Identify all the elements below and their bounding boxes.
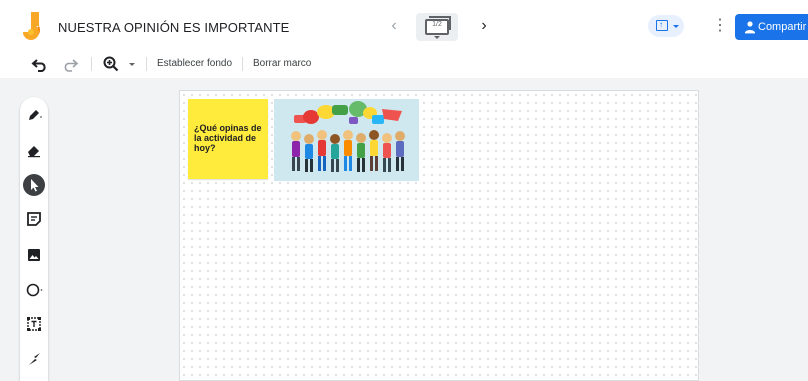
- zoom-in-icon: [103, 56, 119, 72]
- caret-down-icon: [673, 25, 679, 28]
- chevron-right-icon: ›: [481, 17, 487, 34]
- image-tool[interactable]: [24, 245, 44, 265]
- more-options-button[interactable]: ⋮: [712, 16, 728, 36]
- frame-bar-toggle[interactable]: 1/2: [416, 13, 458, 41]
- share-button[interactable]: Compartir: [735, 14, 808, 40]
- eraser-tool[interactable]: [24, 140, 44, 160]
- caret-down-icon[interactable]: [129, 63, 135, 66]
- share-label: Compartir: [758, 21, 807, 33]
- circle-shape-icon: [26, 283, 43, 297]
- more-vert-icon: ⋮: [712, 17, 728, 34]
- shape-tool[interactable]: [24, 280, 44, 300]
- pen-icon: [29, 110, 42, 120]
- present-button[interactable]: ↑: [648, 15, 684, 37]
- sticky-note[interactable]: ¿Qué opinas de la actividad de hoy?: [188, 99, 268, 179]
- frame-counter: 1/2: [432, 21, 442, 28]
- redo-icon: [64, 59, 79, 72]
- text-box-icon: [27, 317, 41, 331]
- previous-frame-button[interactable]: ‹: [386, 16, 402, 36]
- tool-palette: [20, 97, 48, 381]
- undo-icon: [31, 59, 46, 72]
- caret-down-icon: [434, 36, 440, 39]
- person-add-icon: [745, 21, 755, 34]
- app-header: NUESTRA OPINIÓN ES IMPORTANTE ‹ 1/2 › ↑ …: [0, 0, 808, 50]
- edit-toolbar: Establecer fondo Borrar marco: [0, 50, 808, 78]
- crowd-illustration: [274, 99, 419, 181]
- pen-tool[interactable]: [24, 105, 44, 125]
- select-tool[interactable]: [23, 174, 45, 196]
- jamboard-logo[interactable]: [21, 12, 41, 40]
- text-box-tool[interactable]: [24, 314, 44, 334]
- board-title[interactable]: NUESTRA OPINIÓN ES IMPORTANTE: [58, 20, 289, 35]
- chevron-left-icon: ‹: [391, 17, 397, 34]
- undo-button[interactable]: [30, 54, 50, 74]
- laser-tool[interactable]: [24, 349, 44, 369]
- zoom-button[interactable]: [101, 54, 121, 74]
- people-speech-bubbles-image[interactable]: [274, 99, 419, 181]
- select-pointer-icon: [31, 179, 39, 192]
- laser-icon: [29, 353, 40, 365]
- sticky-note-icon: [27, 212, 41, 226]
- clear-frame-button[interactable]: Borrar marco: [253, 58, 311, 69]
- sticky-note-tool[interactable]: [24, 209, 44, 229]
- next-frame-button[interactable]: ›: [476, 16, 492, 36]
- redo-button[interactable]: [60, 54, 80, 74]
- sticky-note-text: ¿Qué opinas de la actividad de hoy?: [194, 123, 262, 153]
- eraser-icon: [28, 146, 40, 158]
- set-background-button[interactable]: Establecer fondo: [157, 58, 232, 69]
- image-icon: [28, 249, 40, 261]
